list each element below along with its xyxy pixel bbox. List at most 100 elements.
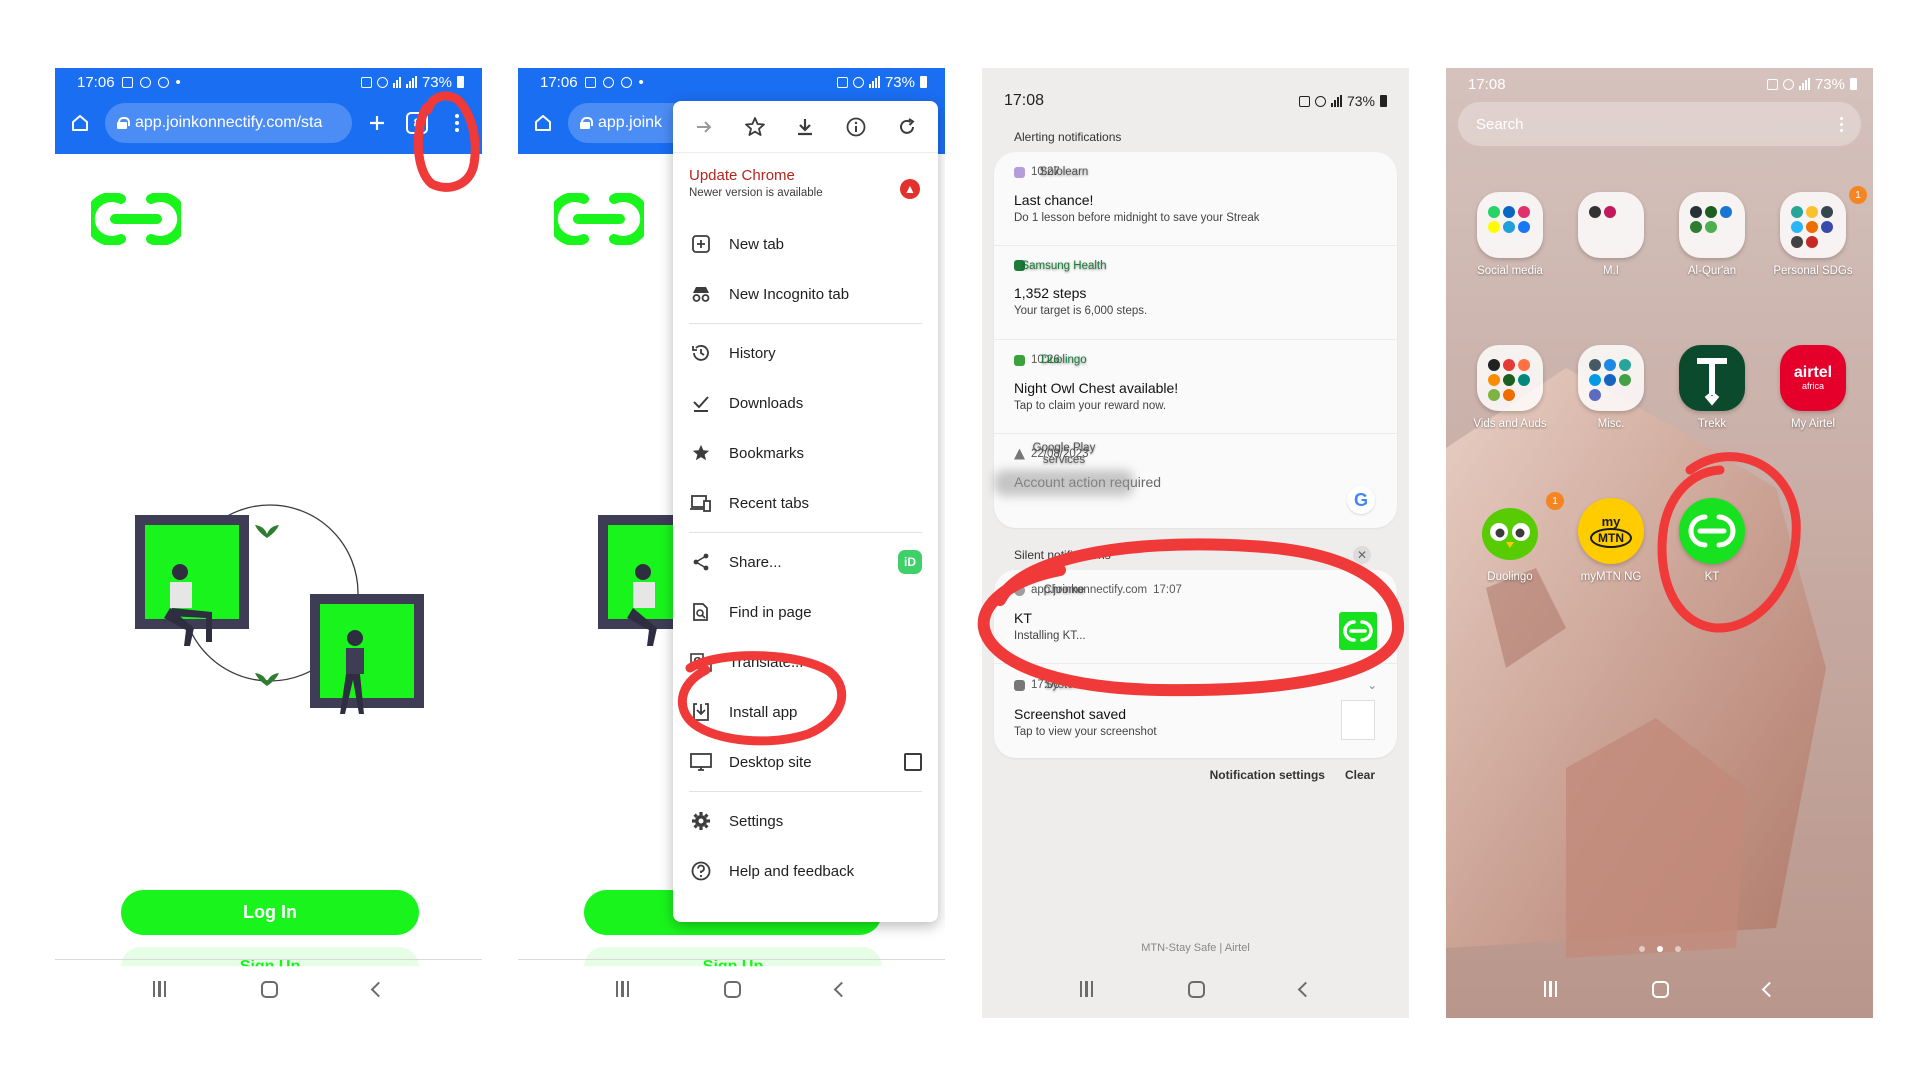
home-nav-icon[interactable] bbox=[261, 980, 279, 998]
star-icon[interactable] bbox=[743, 115, 767, 139]
lock-status-icon bbox=[1766, 78, 1778, 90]
forward-icon[interactable] bbox=[692, 115, 716, 139]
menu-item-desktop-site[interactable]: Desktop site bbox=[673, 737, 938, 787]
status-time: 17:08 bbox=[1004, 92, 1045, 109]
home-nav-icon[interactable] bbox=[724, 980, 742, 998]
recents-icon[interactable] bbox=[152, 981, 167, 997]
app-social-media[interactable]: Social media bbox=[1460, 192, 1560, 277]
notif-app: Duolingo bbox=[1041, 354, 1087, 366]
home-icon bbox=[72, 115, 88, 131]
menu-item-downloads[interactable]: Downloads bbox=[673, 378, 938, 428]
login-button[interactable]: Log In bbox=[121, 890, 419, 935]
app-my-airtel[interactable]: airtel africa My Airtel bbox=[1763, 345, 1863, 430]
kt-app-thumbnail bbox=[1339, 612, 1377, 650]
id-share-icon[interactable]: iD bbox=[898, 550, 922, 574]
notif-body: Tap to view your screenshot bbox=[1014, 726, 1157, 738]
notif-app: Google Play services bbox=[1032, 442, 1096, 466]
gallery-icon bbox=[584, 76, 596, 88]
new-tab-button[interactable] bbox=[362, 108, 392, 138]
system-nav-bar bbox=[55, 960, 482, 1018]
recents-icon[interactable] bbox=[1543, 981, 1558, 997]
app-label: Al-Qur'an bbox=[1687, 265, 1737, 277]
phone-browser-page: 17:06 • 73% app.joinkonnectify.com/sta 8… bbox=[55, 68, 482, 1018]
notification-screenshot[interactable]: System 17:06 ⌄ Screenshot saved Tap to vie… bbox=[994, 664, 1397, 758]
menu-button[interactable] bbox=[442, 108, 472, 138]
home-nav-icon[interactable] bbox=[1188, 980, 1206, 998]
menu-item-new-tab[interactable]: New tab bbox=[673, 219, 938, 269]
menu-item-settings[interactable]: Settings bbox=[673, 796, 938, 846]
status-time: 17:08 bbox=[1468, 75, 1506, 93]
back-icon[interactable] bbox=[1762, 981, 1778, 997]
battery-icon bbox=[1380, 95, 1387, 107]
kebab-icon[interactable] bbox=[1840, 116, 1843, 132]
more-dot-icon: • bbox=[638, 73, 644, 91]
app-al-quran[interactable]: Al-Qur'an bbox=[1662, 192, 1762, 277]
konnectify-logo bbox=[554, 193, 644, 245]
address-bar[interactable]: app.joinkonnectify.com/sta bbox=[105, 103, 352, 143]
notification-sololearn[interactable]: Sololearn 10:27 Last chance! Do 1 lesson … bbox=[994, 152, 1397, 246]
plus-icon bbox=[370, 116, 384, 130]
history-icon bbox=[689, 341, 713, 365]
notif-title: 1,352 steps bbox=[1014, 285, 1087, 301]
folder-icon bbox=[1578, 192, 1644, 258]
lock-icon bbox=[117, 117, 130, 129]
page-dot[interactable] bbox=[1638, 946, 1645, 952]
back-icon[interactable] bbox=[1298, 981, 1314, 997]
tab-switcher-button[interactable]: 8 bbox=[402, 108, 432, 138]
notification-duolingo[interactable]: Duolingo 10:26 Night Owl Chest available!… bbox=[994, 340, 1397, 434]
screenshot-thumbnail bbox=[1341, 700, 1375, 740]
notification-google-play[interactable]: Google Play services22/08/2023 Account a… bbox=[994, 434, 1397, 528]
menu-item-share[interactable]: Share... iD bbox=[673, 537, 938, 587]
menu-item-label: Desktop site bbox=[729, 753, 812, 771]
chevron-down-icon[interactable]: ⌄ bbox=[1367, 678, 1377, 692]
notification-chrome-install[interactable]: Chrome app.joinkonnectify.com 17:07 KT Ins… bbox=[994, 570, 1397, 664]
app-label: M.I bbox=[1603, 265, 1619, 277]
menu-item-label: Recent tabs bbox=[729, 494, 810, 512]
app-trekk[interactable]: Trekk bbox=[1662, 345, 1762, 430]
app-duolingo[interactable]: 1 Duolingo bbox=[1460, 492, 1564, 583]
menu-item-recent-tabs[interactable]: Recent tabs bbox=[673, 478, 938, 528]
menu-item-label: Find in page bbox=[729, 603, 812, 621]
home-button[interactable] bbox=[65, 108, 95, 138]
clear-button[interactable]: Clear bbox=[1345, 768, 1375, 782]
menu-item-history[interactable]: History bbox=[673, 328, 938, 378]
carrier-text: MTN-Stay Safe | Airtel bbox=[1141, 942, 1250, 954]
page-dot[interactable] bbox=[1674, 946, 1681, 952]
menu-item-help-feedback[interactable]: Help and feedback bbox=[673, 846, 938, 896]
app-misc[interactable]: Misc. bbox=[1561, 345, 1661, 430]
phone-notification-panel: 17:08 73% Alerting notifications Sololea… bbox=[982, 68, 1409, 1018]
back-icon[interactable] bbox=[834, 981, 850, 997]
konnectify-logo bbox=[91, 193, 181, 245]
desktop-site-checkbox[interactable] bbox=[904, 753, 922, 771]
app-kt[interactable]: KT bbox=[1662, 498, 1762, 583]
update-chrome-item[interactable]: Update Chrome Newer version is available… bbox=[673, 153, 938, 219]
menu-item-bookmarks[interactable]: Bookmarks bbox=[673, 428, 938, 478]
notification-badge: 1 bbox=[1849, 186, 1867, 204]
menu-item-find-in-page[interactable]: Find in page bbox=[673, 587, 938, 637]
notification-settings-button[interactable]: Notification settings bbox=[1210, 768, 1325, 782]
alarm-icon bbox=[1782, 78, 1794, 90]
reload-icon[interactable] bbox=[895, 115, 919, 139]
home-button[interactable] bbox=[528, 108, 558, 138]
app-personal-sdgs[interactable]: 1 Personal SDGs bbox=[1763, 186, 1867, 277]
back-icon[interactable] bbox=[371, 981, 387, 997]
app-mi[interactable]: M.I bbox=[1561, 192, 1661, 277]
menu-item-new-incognito-tab[interactable]: New Incognito tab bbox=[673, 269, 938, 319]
info-icon[interactable] bbox=[844, 115, 868, 139]
menu-item-translate[interactable]: G文 Translate... bbox=[673, 637, 938, 687]
home-nav-icon[interactable] bbox=[1652, 980, 1670, 998]
app-vids-and-auds[interactable]: Vids and Auds bbox=[1460, 345, 1560, 430]
app-mymtn[interactable]: my MTN myMTN NG bbox=[1561, 498, 1661, 583]
download-icon[interactable] bbox=[793, 115, 817, 139]
cell-signal-icon bbox=[868, 76, 880, 88]
battery-icon bbox=[920, 76, 927, 88]
notif-title: KT bbox=[1014, 610, 1032, 626]
recents-icon[interactable] bbox=[615, 981, 630, 997]
notification-samsung-health[interactable]: Samsung Health 1,352 steps Your target i… bbox=[994, 246, 1397, 340]
close-icon[interactable]: ✕ bbox=[1353, 546, 1371, 564]
home-search-bar[interactable]: Search bbox=[1458, 102, 1861, 146]
notification-icon bbox=[602, 76, 614, 88]
menu-item-install-app[interactable]: Install app bbox=[673, 687, 938, 737]
recents-icon[interactable] bbox=[1079, 981, 1094, 997]
page-dot-active[interactable] bbox=[1656, 946, 1663, 952]
